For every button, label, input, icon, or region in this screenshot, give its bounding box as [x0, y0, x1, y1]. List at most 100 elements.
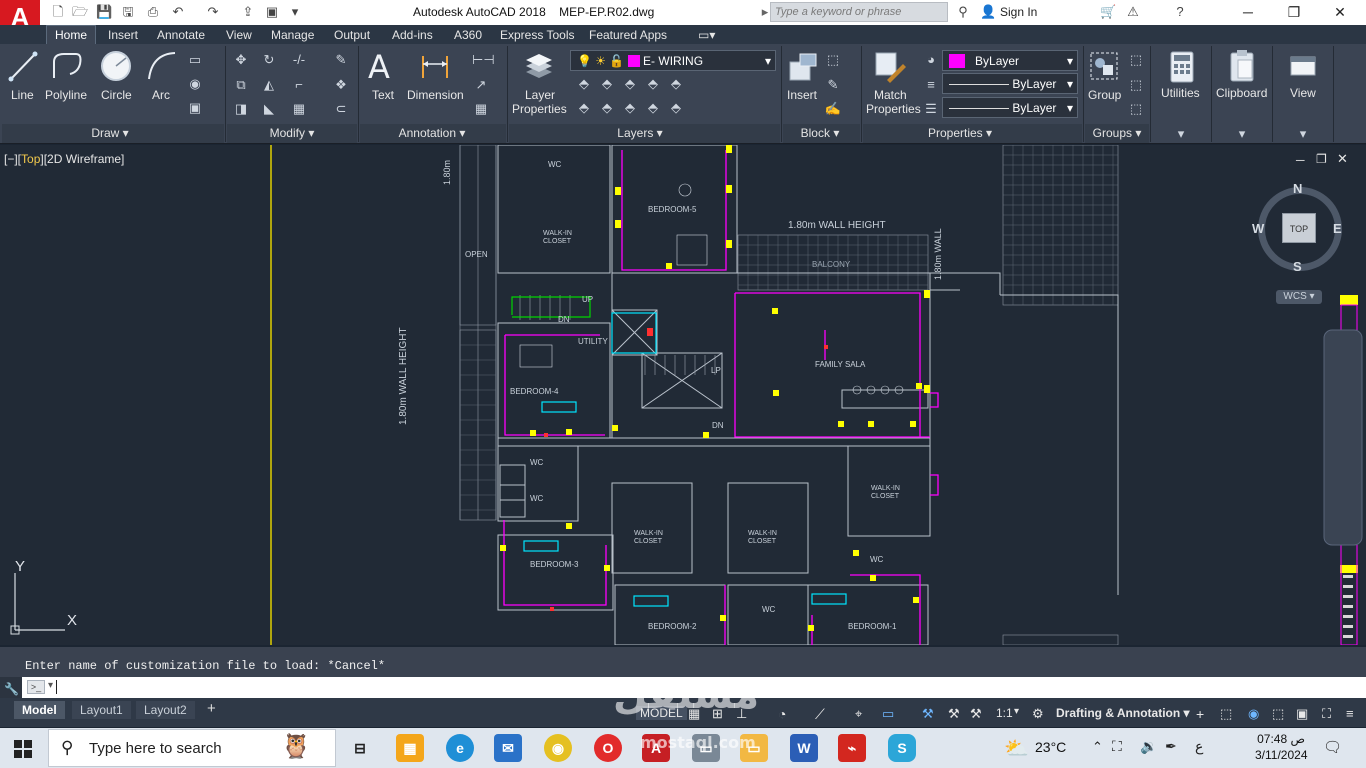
polyline-label[interactable]: Polyline — [45, 88, 87, 102]
group-icon[interactable] — [1088, 50, 1120, 84]
tab-featured-apps[interactable]: Featured Apps — [589, 28, 667, 42]
arc-icon[interactable] — [146, 50, 178, 82]
annotation-visibility-icon[interactable]: ⚒ — [922, 706, 934, 722]
layer-tool-1-icon[interactable]: ⬘ — [575, 76, 593, 92]
fillet-icon[interactable]: ⌐ — [290, 77, 308, 93]
modify-panel-title[interactable]: Modify ▾ — [250, 126, 334, 142]
autoscale-icon[interactable]: ⚒ — [948, 706, 960, 722]
layers-panel-title[interactable]: Layers ▾ — [600, 126, 680, 142]
offset-icon[interactable]: ⊂ — [332, 101, 350, 117]
circle-label[interactable]: Circle — [101, 88, 132, 102]
snap-icon[interactable]: ⊞ — [712, 706, 723, 722]
draw-panel-title[interactable]: Draw ▾ — [70, 126, 150, 142]
drawing-viewport[interactable]: [−][Top][2D Wireframe] 1.80m WALL HEIGHT… — [0, 145, 1366, 645]
undo-icon[interactable]: ↶ — [170, 4, 186, 20]
notification-icon[interactable]: 🗨 — [1323, 738, 1342, 756]
viewcube-top-face[interactable]: TOP — [1282, 213, 1316, 243]
tab-a360[interactable]: A360 — [454, 28, 482, 42]
region-icon[interactable]: ▣ — [186, 100, 204, 116]
new-file-icon[interactable]: 🗋 — [50, 4, 66, 20]
linetype-dropdown[interactable]: ByLayer ▾ — [942, 73, 1078, 94]
weather-temperature[interactable]: 23°C — [1035, 739, 1066, 755]
search-input[interactable]: Type a keyword or phrase — [770, 2, 948, 22]
weather-icon[interactable]: ⛅ — [1004, 736, 1029, 761]
mail-icon[interactable]: ✉ — [494, 734, 522, 762]
leader-icon[interactable]: ↗ — [472, 77, 490, 93]
dynamic-input-icon[interactable]: ▭ — [882, 706, 894, 722]
fullscreen-icon[interactable]: ⛶ — [1322, 706, 1331, 722]
tab-layout1[interactable]: Layout1 — [72, 701, 131, 719]
layer-dropdown[interactable]: 💡 ☀ 🔓 E- WIRING ▾ — [570, 50, 776, 71]
insert-block-icon[interactable] — [786, 50, 820, 84]
volume-icon[interactable]: 🔉 — [1140, 738, 1157, 755]
insert-label[interactable]: Insert — [787, 88, 817, 102]
layer-tool-6-icon[interactable]: ⬘ — [575, 100, 593, 116]
plus-icon[interactable]: + — [1196, 706, 1204, 722]
layer-tool-7-icon[interactable]: ⬘ — [598, 100, 616, 116]
layer-properties-label[interactable]: Properties — [512, 102, 567, 116]
create-block-icon[interactable]: ⬚ — [824, 52, 842, 68]
ungroup-icon[interactable]: ⬚ — [1127, 52, 1145, 68]
opera-icon[interactable]: O — [594, 734, 622, 762]
hatch-icon[interactable]: ◉ — [186, 76, 204, 92]
tab-add-ins[interactable]: Add-ins — [392, 28, 433, 42]
erase-icon[interactable]: ✎ — [332, 52, 350, 68]
binoculars-icon[interactable]: ⚲ — [955, 4, 971, 20]
viewcube-south[interactable]: S — [1293, 259, 1302, 274]
line-label[interactable]: Line — [11, 88, 34, 102]
open-file-icon[interactable]: 🗁 — [72, 4, 88, 20]
layer-label[interactable]: Layer — [525, 88, 555, 102]
hardware-acceleration-icon[interactable]: ◉ — [1248, 706, 1259, 722]
plot-icon[interactable]: ⎙ — [145, 4, 161, 20]
viewcube-west[interactable]: W — [1252, 221, 1264, 236]
clipboard-icon[interactable] — [1228, 48, 1256, 84]
text-icon[interactable]: A — [368, 48, 390, 86]
maximize-button[interactable]: ❐ — [1271, 0, 1317, 25]
network-icon[interactable]: ⛶ — [1112, 738, 1122, 755]
utilities-label[interactable]: Utilities — [1161, 86, 1200, 100]
share-icon[interactable]: ⇪ — [240, 4, 256, 20]
autodesk-exchange-icon[interactable]: ⚠ — [1125, 4, 1141, 20]
edge-icon[interactable]: e — [446, 734, 474, 762]
viewport-restore-button[interactable]: ❐ — [1316, 152, 1327, 166]
model-space-button[interactable]: MODEL — [636, 706, 687, 720]
isolate-icon[interactable]: ⬚ — [1220, 706, 1232, 722]
layer-tool-4-icon[interactable]: ⬘ — [644, 76, 662, 92]
input-language[interactable]: ع — [1195, 738, 1203, 755]
clean-screen-icon[interactable]: ⬚ — [1272, 706, 1284, 722]
table-icon[interactable]: ▦ — [472, 101, 490, 117]
match-label[interactable]: Match — [874, 88, 907, 102]
workspace-switch[interactable]: Drafting & Annotation ▾ — [1056, 706, 1190, 720]
annotation-panel-title[interactable]: Annotation ▾ — [382, 126, 482, 142]
taskbar-search[interactable]: ⚲ Type here to search 🦉 — [48, 729, 336, 767]
polar-icon[interactable]: ◔ — [778, 706, 786, 722]
layer-tool-5-icon[interactable]: ⬘ — [667, 76, 685, 92]
viewcube-east[interactable]: E — [1333, 221, 1342, 236]
tab-output[interactable]: Output — [334, 28, 370, 42]
osnap-icon[interactable]: ⌖ — [855, 706, 862, 722]
explode-icon[interactable]: ❖ — [332, 77, 350, 93]
chevron-down-icon[interactable]: ▾ — [1014, 706, 1019, 717]
viewport-close-button[interactable]: ✕ — [1337, 151, 1348, 167]
tab-manage[interactable]: Manage — [271, 28, 314, 42]
units-icon[interactable]: ▣ — [1296, 706, 1308, 722]
view-label[interactable]: View — [1290, 86, 1316, 100]
lineweight-icon[interactable]: ☰ — [922, 101, 940, 117]
arc-label[interactable]: Arc — [152, 88, 170, 102]
line-icon[interactable] — [8, 50, 38, 82]
command-dropdown-icon[interactable]: ▾ — [48, 680, 53, 691]
properties-panel-title[interactable]: Properties ▾ — [915, 126, 1005, 142]
wrench-icon[interactable]: 🔧 — [4, 682, 19, 696]
stretch-icon[interactable]: ◨ — [232, 101, 250, 117]
viewport-minimize-button[interactable]: ─ — [1296, 153, 1305, 167]
polyline-icon[interactable] — [50, 50, 84, 82]
lineweight-dropdown[interactable]: ByLayer ▾ — [942, 97, 1078, 118]
tab-model[interactable]: Model — [14, 701, 65, 719]
block-panel-title[interactable]: Block ▾ — [790, 126, 850, 142]
add-layout-button[interactable]: + — [207, 700, 216, 717]
color-wheel-icon[interactable]: ◕ — [922, 52, 940, 68]
dimension-icon[interactable] — [420, 52, 450, 82]
annotation-scale-icon[interactable]: ⚒ — [970, 706, 982, 722]
copy-icon[interactable]: ⧉ — [232, 77, 250, 93]
save-as-icon[interactable]: 🖫 — [120, 4, 136, 20]
